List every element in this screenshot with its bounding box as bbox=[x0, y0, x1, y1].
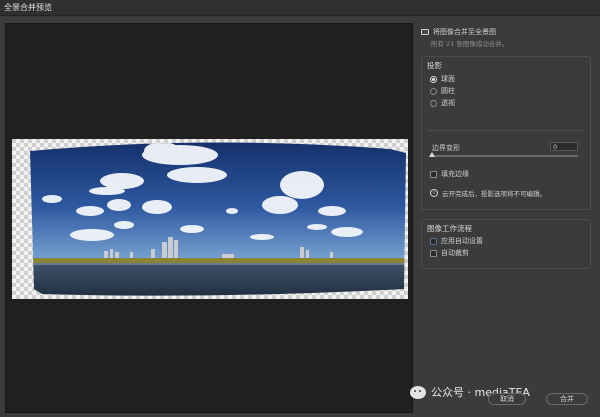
option-label: 球面 bbox=[441, 75, 455, 83]
info-text: 云开完成后，投影选项将不可编辑。 bbox=[442, 190, 546, 198]
projection-group: 投影 球面 圆柱 透视 边界变形 0 填充边缘 i 云开完成后，投影选项将不可编… bbox=[421, 56, 591, 210]
boundary-warp-slider-thumb[interactable] bbox=[429, 152, 435, 157]
boundary-warp-label: 边界变形 bbox=[432, 144, 460, 152]
panorama-icon bbox=[421, 29, 429, 35]
workflow-option-auto-crop[interactable]: 自动裁剪 bbox=[430, 247, 483, 259]
radio-icon bbox=[430, 87, 437, 95]
checkbox-icon bbox=[430, 249, 437, 257]
option-label: 应用自动设置 bbox=[441, 237, 483, 245]
option-label: 自动裁剪 bbox=[441, 249, 469, 257]
option-label: 填充边缘 bbox=[441, 170, 469, 178]
panorama-preview-area[interactable] bbox=[5, 23, 413, 413]
merge-panorama-label: 将图像合并至全景图 bbox=[433, 28, 496, 36]
merge-panorama-option[interactable]: 将图像合并至全景图 bbox=[421, 26, 591, 38]
panorama-image bbox=[12, 139, 408, 299]
cancel-button[interactable]: 取消 bbox=[488, 393, 526, 405]
radio-icon bbox=[430, 75, 437, 83]
projection-option-cylindrical[interactable]: 圆柱 bbox=[430, 85, 455, 97]
projection-title: 投影 bbox=[427, 61, 442, 70]
wechat-icon bbox=[410, 385, 426, 399]
radio-icon bbox=[430, 99, 437, 107]
option-label: 透视 bbox=[441, 99, 455, 107]
fill-edges-option[interactable]: 填充边缘 bbox=[430, 168, 469, 180]
divider bbox=[428, 130, 584, 131]
checkbox-icon bbox=[430, 170, 437, 178]
window-title: 全景合并预览 bbox=[4, 3, 52, 12]
projection-option-spherical[interactable]: 球面 bbox=[430, 73, 455, 85]
merge-status-note: 所有 21 张图像成功合并。 bbox=[431, 40, 509, 48]
create-panorama-button[interactable]: 合并 bbox=[546, 393, 588, 405]
checkbox-icon bbox=[430, 237, 437, 245]
title-bar: 全景合并预览 bbox=[0, 0, 600, 16]
info-message: i 云开完成后，投影选项将不可编辑。 bbox=[430, 187, 546, 199]
projection-option-perspective[interactable]: 透视 bbox=[430, 97, 455, 109]
workflow-title: 图像工作流程 bbox=[427, 224, 472, 233]
boundary-warp-slider[interactable] bbox=[432, 155, 578, 157]
info-icon: i bbox=[430, 189, 438, 197]
workflow-option-auto-settings[interactable]: 应用自动设置 bbox=[430, 235, 483, 247]
workflow-group: 图像工作流程 应用自动设置 自动裁剪 bbox=[421, 219, 591, 269]
boundary-warp-value[interactable]: 0 bbox=[550, 142, 578, 151]
option-label: 圆柱 bbox=[441, 87, 455, 95]
